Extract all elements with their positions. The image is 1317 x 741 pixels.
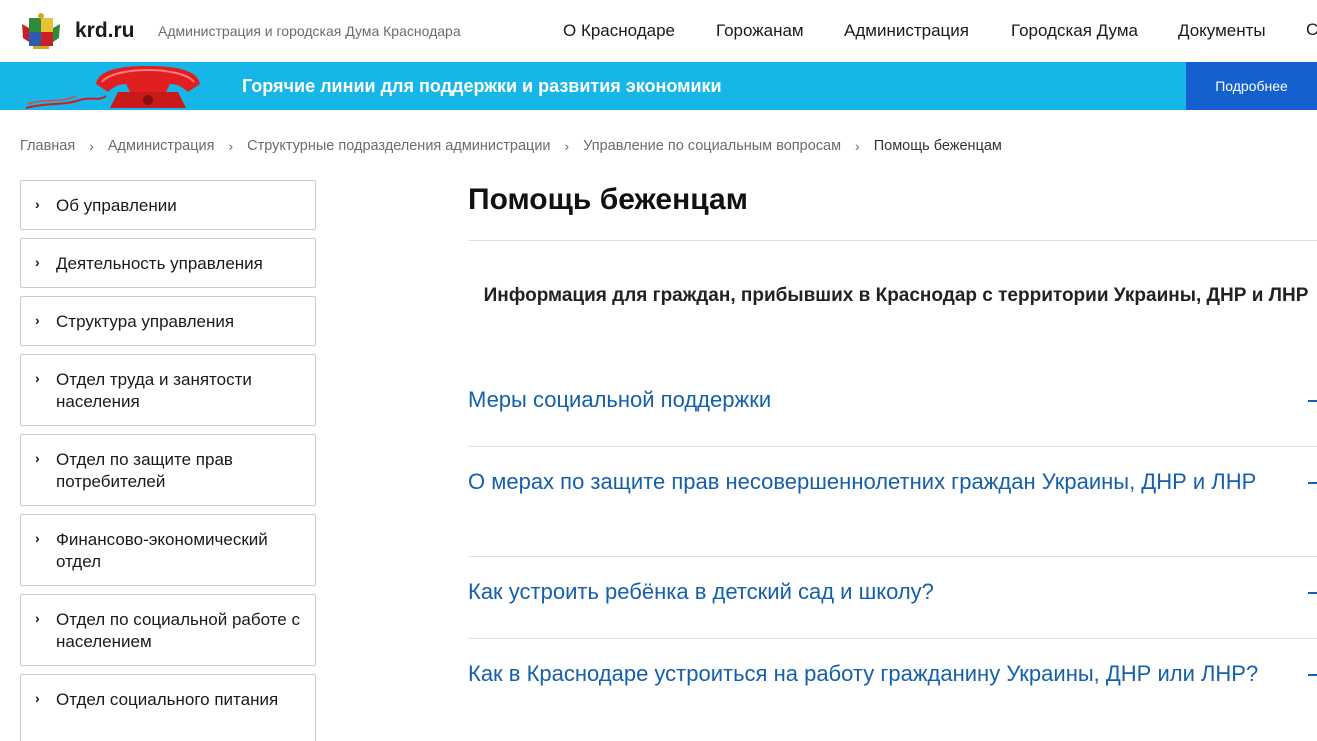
page-title: Помощь беженцам: [468, 183, 748, 216]
divider: [468, 240, 1317, 241]
hotline-banner[interactable]: Горячие линии для поддержки и развития э…: [0, 62, 1317, 110]
sidebar-item-finance[interactable]: › Финансово-экономический отдел: [20, 514, 316, 586]
nav-item-citizens[interactable]: Горожанам: [716, 21, 804, 41]
chevron-right-icon: ›: [35, 450, 40, 466]
collapse-icon[interactable]: [1308, 674, 1317, 676]
accordion-item-employment[interactable]: Как в Краснодаре устроиться на работу гр…: [468, 660, 1317, 718]
sidebar-item-activity[interactable]: › Деятельность управления: [20, 238, 316, 288]
accordion-item-minors-rights[interactable]: О мерах по защите прав несовершеннолетни…: [468, 468, 1317, 526]
accordion-title[interactable]: Как в Краснодаре устроиться на работу гр…: [468, 660, 1278, 688]
banner-text[interactable]: Горячие линии для поддержки и развития э…: [242, 76, 722, 97]
accordion-item-social-support[interactable]: Меры социальной поддержки: [468, 386, 1317, 416]
chevron-right-icon: ›: [35, 610, 40, 626]
sidebar-item-label: Отдел по социальной работе с населением: [56, 610, 300, 651]
banner-more-button[interactable]: Подробнее: [1186, 62, 1317, 110]
sidebar-item-label: Финансово-экономический отдел: [56, 530, 268, 571]
accordion-title[interactable]: Меры социальной поддержки: [468, 386, 1278, 414]
accordion-title[interactable]: О мерах по защите прав несовершеннолетни…: [468, 468, 1278, 496]
sidebar-item-social-work[interactable]: › Отдел по социальной работе с население…: [20, 594, 316, 666]
site-header: krd.ru Администрация и городская Дума Кр…: [0, 0, 1317, 62]
chevron-right-icon: ›: [35, 530, 40, 546]
accordion-item-kindergarten-school[interactable]: Как устроить ребёнка в детский сад и шко…: [468, 578, 1317, 608]
sidebar-item-label: Отдел по защите прав потребителей: [56, 450, 233, 491]
nav-item-administration[interactable]: Администрация: [844, 21, 969, 41]
site-subtitle: Администрация и городская Дума Краснодар…: [158, 23, 461, 39]
divider: [468, 638, 1317, 639]
chevron-right-icon: ›: [35, 196, 40, 212]
breadcrumb-link-structural-units[interactable]: Структурные подразделения администрации: [247, 138, 550, 154]
nav-item-truncated[interactable]: С: [1306, 20, 1317, 40]
collapse-icon[interactable]: [1308, 592, 1317, 594]
collapse-icon[interactable]: [1308, 482, 1317, 484]
sidebar-item-labor[interactable]: › Отдел труда и занятости населения: [20, 354, 316, 426]
sidebar-item-label: Об управлении: [56, 196, 177, 215]
page-subtitle: Информация для граждан, прибывших в Крас…: [483, 285, 1309, 306]
nav-item-city-duma[interactable]: Городская Дума: [1011, 21, 1138, 41]
collapse-icon[interactable]: [1308, 400, 1317, 402]
sidebar-item-label: Структура управления: [56, 312, 235, 331]
chevron-right-icon: ›: [35, 254, 40, 270]
sidebar-item-consumer-rights[interactable]: › Отдел по защите прав потребителей: [20, 434, 316, 506]
chevron-right-icon: ›: [228, 138, 234, 154]
sidebar-item-about[interactable]: › Об управлении: [20, 180, 316, 230]
site-name[interactable]: krd.ru: [75, 19, 135, 43]
sidebar-item-label: Отдел социального питания: [56, 690, 279, 709]
sidebar-item-structure[interactable]: › Структура управления: [20, 296, 316, 346]
city-emblem-icon: [22, 13, 60, 49]
nav-item-about-krasnodar[interactable]: О Краснодаре: [563, 21, 675, 41]
breadcrumb-link-home[interactable]: Главная: [20, 138, 75, 154]
chevron-right-icon: ›: [35, 370, 40, 386]
breadcrumb-link-administration[interactable]: Администрация: [108, 138, 215, 154]
accordion-title[interactable]: Как устроить ребёнка в детский сад и шко…: [468, 578, 1278, 606]
chevron-right-icon: ›: [35, 312, 40, 328]
red-telephone-icon: [25, 66, 200, 109]
chevron-right-icon: ›: [35, 690, 40, 706]
breadcrumb: Главная › Администрация › Структурные по…: [20, 136, 1002, 156]
chevron-right-icon: ›: [89, 138, 94, 154]
divider: [468, 556, 1317, 557]
divider: [468, 446, 1317, 447]
breadcrumb-current: Помощь беженцам: [873, 138, 1002, 154]
nav-item-documents[interactable]: Документы: [1178, 21, 1266, 41]
sidebar-item-social-nutrition[interactable]: › Отдел социального питания: [20, 674, 316, 741]
sidebar-item-label: Деятельность управления: [56, 254, 263, 273]
breadcrumb-link-social-affairs[interactable]: Управление по социальным вопросам: [583, 138, 841, 154]
site-logo[interactable]: [20, 12, 62, 50]
sidebar-item-label: Отдел труда и занятости населения: [56, 370, 252, 411]
chevron-right-icon: ›: [855, 138, 860, 154]
chevron-right-icon: ›: [564, 138, 570, 154]
